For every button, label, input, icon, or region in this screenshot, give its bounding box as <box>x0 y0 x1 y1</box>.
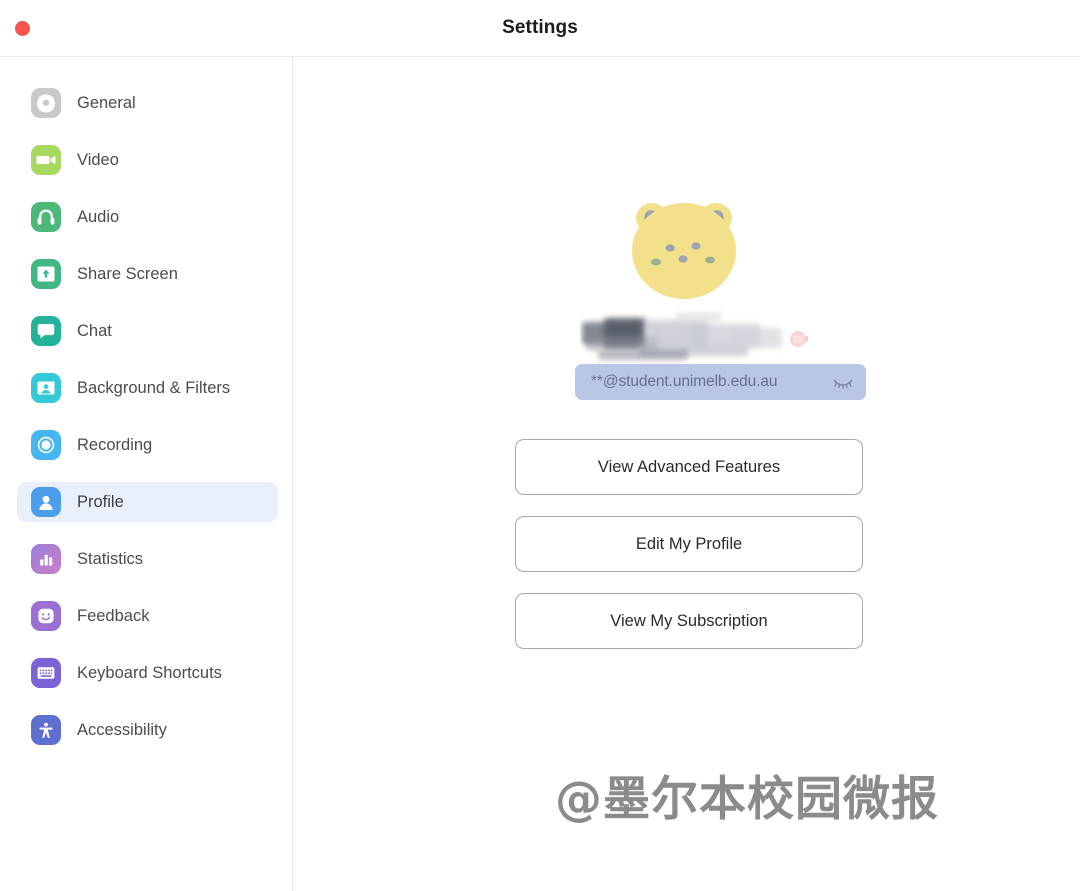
sidebar-item-label: Share Screen <box>77 264 178 283</box>
sidebar-item-label: Video <box>77 150 119 169</box>
sidebar-item-background-filters[interactable]: Background & Filters <box>17 368 278 408</box>
background-filters-icon <box>31 373 61 403</box>
sidebar-item-label: Recording <box>77 435 153 454</box>
accessibility-icon <box>31 715 61 745</box>
sidebar-item-label: Background & Filters <box>77 378 231 397</box>
profile-panel: **@student.unimelb.edu.au View Advanced … <box>294 57 1080 891</box>
sidebar-item-video[interactable]: Video <box>17 140 278 180</box>
share-screen-icon <box>31 259 61 289</box>
settings-window: Settings General Video Audio Share Scree… <box>0 0 1080 891</box>
edit-my-profile-button[interactable]: Edit My Profile <box>515 516 863 572</box>
sidebar-item-statistics[interactable]: Statistics <box>17 539 278 579</box>
headphones-icon <box>31 202 61 232</box>
sidebar-item-accessibility[interactable]: Accessibility <box>17 710 278 750</box>
sidebar-item-share-screen[interactable]: Share Screen <box>17 254 278 294</box>
person-icon <box>31 487 61 517</box>
sidebar-item-label: Statistics <box>77 549 144 568</box>
sidebar-item-label: Audio <box>77 207 120 226</box>
sidebar-item-label: Accessibility <box>77 720 167 739</box>
chat-bubble-icon <box>31 316 61 346</box>
video-camera-badge-icon <box>789 330 813 348</box>
sidebar: General Video Audio Share Screen Chat Ba… <box>0 57 293 891</box>
sidebar-item-label: Feedback <box>77 606 150 625</box>
hide-email-icon[interactable] <box>833 375 853 389</box>
sidebar-item-recording[interactable]: Recording <box>17 425 278 465</box>
sidebar-item-general[interactable]: General <box>17 83 278 123</box>
email-field[interactable]: **@student.unimelb.edu.au <box>575 364 866 400</box>
bar-chart-icon <box>31 544 61 574</box>
avatar[interactable] <box>622 193 746 309</box>
profile-actions: View Advanced Features Edit My Profile V… <box>515 439 863 670</box>
display-name-redacted <box>580 310 800 366</box>
sidebar-nav: General Video Audio Share Screen Chat Ba… <box>0 83 293 767</box>
sidebar-item-chat[interactable]: Chat <box>17 311 278 351</box>
sidebar-item-label: Profile <box>77 492 124 511</box>
keyboard-icon <box>31 658 61 688</box>
sidebar-item-feedback[interactable]: Feedback <box>17 596 278 636</box>
sidebar-item-label: Keyboard Shortcuts <box>77 663 222 682</box>
video-camera-icon <box>31 145 61 175</box>
sidebar-item-profile[interactable]: Profile <box>17 482 278 522</box>
watermark-text: @墨尔本校园微报 <box>555 772 939 827</box>
gear-icon <box>31 88 61 118</box>
sidebar-item-audio[interactable]: Audio <box>17 197 278 237</box>
email-value: **@student.unimelb.edu.au <box>591 373 778 390</box>
sidebar-item-keyboard-shortcuts[interactable]: Keyboard Shortcuts <box>17 653 278 693</box>
record-circle-icon <box>31 430 61 460</box>
view-advanced-features-button[interactable]: View Advanced Features <box>515 439 863 495</box>
smiley-face-icon <box>31 601 61 631</box>
page-title: Settings <box>502 17 578 38</box>
view-my-subscription-button[interactable]: View My Subscription <box>515 593 863 649</box>
sidebar-item-label: General <box>77 93 136 112</box>
sidebar-item-label: Chat <box>77 321 112 340</box>
title-bar: Settings <box>0 0 1080 57</box>
